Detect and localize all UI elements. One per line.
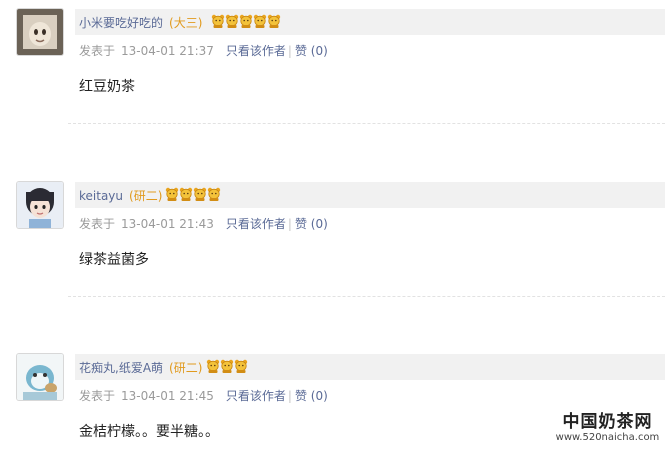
post-header-user: 小米要吃好吃的 (大三) [79, 14, 202, 31]
bear-badge-icon [179, 187, 193, 201]
separator: | [287, 217, 292, 231]
post-header: keitayu (研二) [75, 182, 665, 208]
post-content: 红豆奶茶 [79, 79, 135, 95]
user-level: (大三) [169, 16, 203, 30]
bear-badge-icon [211, 14, 225, 28]
post-header-user: keitayu (研二) [79, 187, 162, 204]
post-header-user: 花痴丸,纸爱A萌 (研二) [79, 359, 202, 376]
bear-badge-icon [239, 14, 253, 28]
bear-badge-icon [253, 14, 267, 28]
watermark-url: www.520naicha.com [555, 432, 660, 443]
posted-prefix: 发表于 [79, 389, 116, 403]
post-meta: 发表于 13-04-01 21:43 只看该作者 | 赞 (0) [79, 215, 328, 232]
watermark-title: 中国奶茶网 [562, 412, 653, 432]
post-header: 小米要吃好吃的 (大三) [75, 9, 665, 35]
bear-badge-icon [267, 14, 281, 28]
bear-badge-icon [165, 187, 179, 201]
post-timestamp: 13-04-01 21:43 [121, 217, 214, 231]
bear-badge-icon [220, 359, 234, 373]
username-link[interactable]: keitayu [79, 189, 123, 203]
posted-prefix: 发表于 [79, 217, 116, 231]
post-divider [68, 123, 665, 124]
bear-badge-icon [225, 14, 239, 28]
site-watermark: 中国奶茶网 www.520naicha.com [555, 412, 660, 444]
username-link[interactable]: 小米要吃好吃的 [79, 16, 163, 30]
bear-badge-icon [234, 359, 248, 373]
bear-badge-icon [206, 359, 220, 373]
post-divider [68, 296, 665, 297]
like-link[interactable]: 赞 (0) [295, 389, 328, 403]
badge-group [211, 13, 281, 29]
username-link[interactable]: 花痴丸,纸爱A萌 [79, 361, 163, 375]
badge-group [165, 186, 221, 202]
posted-prefix: 发表于 [79, 44, 116, 58]
post-header: 花痴丸,纸爱A萌 (研二) [75, 354, 665, 380]
separator: | [287, 389, 292, 403]
post-meta: 发表于 13-04-01 21:45 只看该作者 | 赞 (0) [79, 387, 328, 404]
post-content: 金桔柠檬。。要半糖。。 [79, 424, 219, 440]
user-level: (研二) [129, 189, 163, 203]
avatar[interactable] [17, 354, 63, 400]
separator: | [287, 44, 292, 58]
avatar[interactable] [17, 182, 63, 228]
bear-badge-icon [207, 187, 221, 201]
user-level: (研二) [169, 361, 203, 375]
author-only-link[interactable]: 只看该作者 [226, 217, 286, 231]
like-link[interactable]: 赞 (0) [295, 217, 328, 231]
like-link[interactable]: 赞 (0) [295, 44, 328, 58]
badge-group [206, 358, 248, 374]
post-content: 绿茶益菌多 [79, 252, 149, 268]
post-timestamp: 13-04-01 21:45 [121, 389, 214, 403]
author-only-link[interactable]: 只看该作者 [226, 389, 286, 403]
post-timestamp: 13-04-01 21:37 [121, 44, 214, 58]
author-only-link[interactable]: 只看该作者 [226, 44, 286, 58]
bear-badge-icon [193, 187, 207, 201]
post-meta: 发表于 13-04-01 21:37 只看该作者 | 赞 (0) [79, 42, 328, 59]
avatar[interactable] [17, 9, 63, 55]
